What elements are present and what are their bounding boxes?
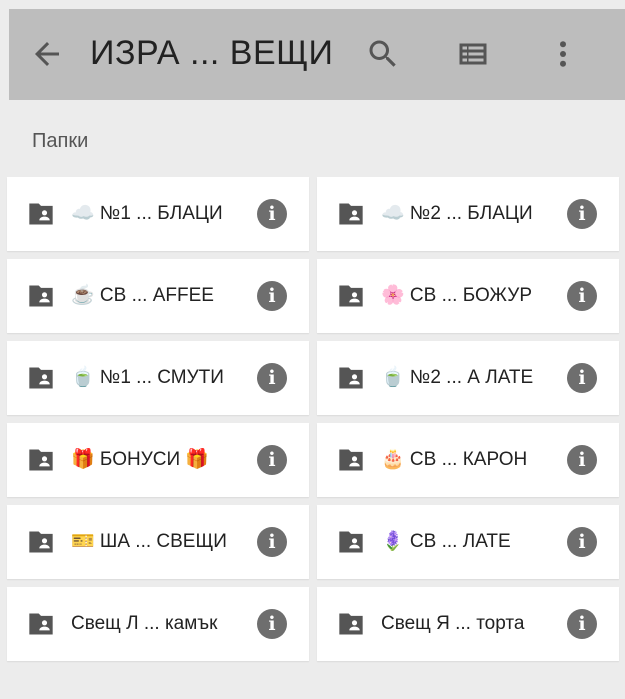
shared-folder-icon: [27, 365, 55, 391]
info-icon[interactable]: i: [257, 199, 287, 229]
folder-label: 🍵 №1 ... СМУТИ: [71, 367, 224, 388]
shared-folder-icon: [27, 283, 55, 309]
view-list-icon[interactable]: [455, 36, 491, 72]
info-icon[interactable]: i: [567, 609, 597, 639]
shared-folder-icon: [27, 447, 55, 473]
shared-folder-icon: [337, 447, 365, 473]
shared-folder-icon: [337, 529, 365, 555]
folder-label: Свещ Я ... торта: [381, 613, 525, 634]
shared-folder-icon: [27, 201, 55, 227]
app-bar: ИЗРА ... ВЕЩИ: [9, 9, 625, 100]
info-icon[interactable]: i: [257, 609, 287, 639]
folder-card[interactable]: 🎁 БОНУСИ 🎁 i: [7, 423, 309, 497]
folder-card[interactable]: 🎫 ША ... СВЕЩИ i: [7, 505, 309, 579]
info-icon[interactable]: i: [567, 527, 597, 557]
info-icon[interactable]: i: [567, 281, 597, 311]
folder-card[interactable]: 🎂 СВ ... КАРОН i: [317, 423, 619, 497]
folder-label: 🎫 ША ... СВЕЩИ: [71, 531, 227, 552]
info-icon[interactable]: i: [257, 363, 287, 393]
folder-label: 🎂 СВ ... КАРОН: [381, 449, 528, 470]
section-label: Папки: [32, 130, 89, 152]
shared-folder-icon: [337, 611, 365, 637]
screen: ИЗРА ... ВЕЩИ Папки ☁️ №1 ... БЛАЦИ i ☁️…: [0, 0, 625, 699]
folder-card[interactable]: Свещ Л ... камък i: [7, 587, 309, 661]
folder-label: 🍵 №2 ... А ЛАТЕ: [381, 367, 534, 388]
folder-label: 🎁 БОНУСИ 🎁: [71, 449, 210, 470]
shared-folder-icon: [337, 365, 365, 391]
folder-card[interactable]: Свещ Я ... торта i: [317, 587, 619, 661]
more-vert-icon[interactable]: [545, 36, 581, 72]
info-icon[interactable]: i: [567, 445, 597, 475]
shared-folder-icon: [337, 201, 365, 227]
folder-label: ☕ СВ ... AFFEE: [71, 285, 214, 306]
folder-card[interactable]: 🍵 №2 ... А ЛАТЕ i: [317, 341, 619, 415]
folder-card[interactable]: ☁️ №2 ... БЛАЦИ i: [317, 177, 619, 251]
info-icon[interactable]: i: [567, 363, 597, 393]
folder-card[interactable]: 🍵 №1 ... СМУТИ i: [7, 341, 309, 415]
folder-grid: ☁️ №1 ... БЛАЦИ i ☁️ №2 ... БЛАЦИ i ☕ СВ…: [7, 177, 619, 661]
folder-label: Свещ Л ... камък: [71, 613, 218, 634]
info-icon[interactable]: i: [257, 527, 287, 557]
arrow-back-icon[interactable]: [29, 36, 65, 72]
folder-card[interactable]: 🌸 СВ ... БОЖУР i: [317, 259, 619, 333]
shared-folder-icon: [27, 611, 55, 637]
info-icon[interactable]: i: [257, 281, 287, 311]
shared-folder-icon: [27, 529, 55, 555]
folder-card[interactable]: ☕ СВ ... AFFEE i: [7, 259, 309, 333]
shared-folder-icon: [337, 283, 365, 309]
folder-label: ☁️ №2 ... БЛАЦИ: [381, 203, 533, 224]
folder-label: 🪻 СВ ... ЛАТЕ: [381, 531, 511, 552]
folder-card[interactable]: ☁️ №1 ... БЛАЦИ i: [7, 177, 309, 251]
info-icon[interactable]: i: [567, 199, 597, 229]
folder-label: 🌸 СВ ... БОЖУР: [381, 285, 533, 306]
search-icon[interactable]: [365, 36, 401, 72]
info-icon[interactable]: i: [257, 445, 287, 475]
folder-card[interactable]: 🪻 СВ ... ЛАТЕ i: [317, 505, 619, 579]
folder-label: ☁️ №1 ... БЛАЦИ: [71, 203, 223, 224]
page-title: ИЗРА ... ВЕЩИ: [90, 34, 334, 72]
